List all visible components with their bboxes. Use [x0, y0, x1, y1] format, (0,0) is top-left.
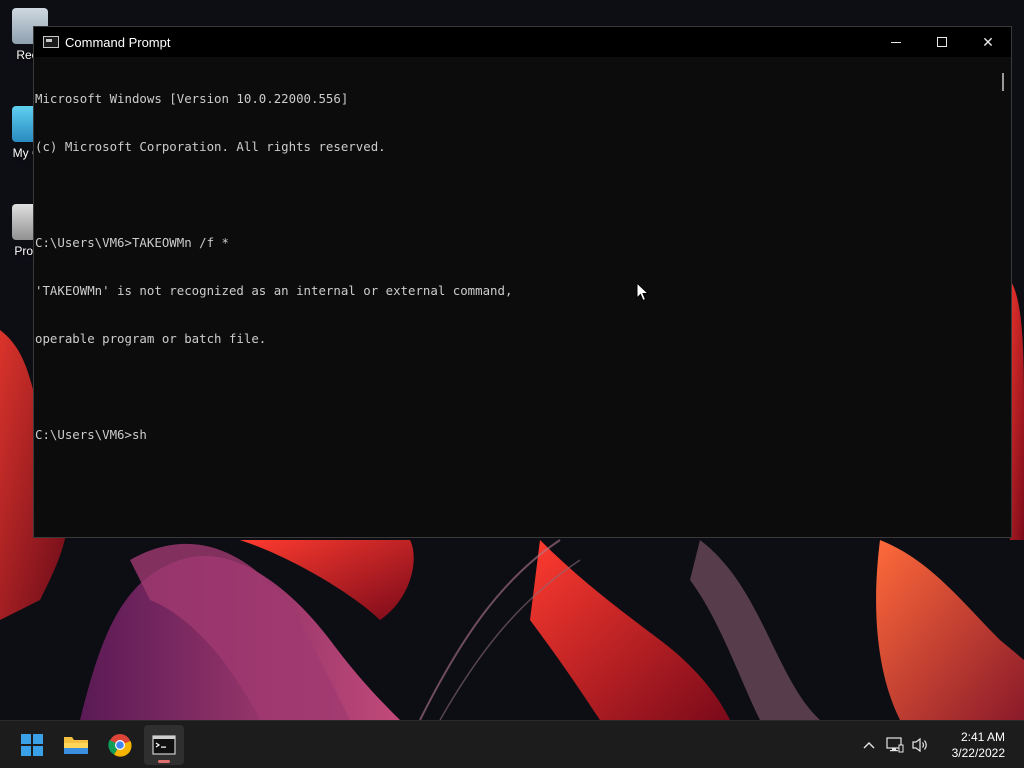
taskbar-chrome[interactable] [100, 725, 140, 765]
scrollbar-thumb[interactable] [1002, 73, 1004, 91]
terminal-icon [43, 36, 59, 48]
console-line: 'TAKEOWMn' is not recognized as an inter… [35, 283, 513, 298]
network-icon [886, 737, 904, 753]
close-button[interactable]: ✕ [965, 27, 1011, 57]
taskbar: 2:41 AM 3/22/2022 [0, 720, 1024, 768]
console-line: C:\Users\VM6>TAKEOWMn /f * [35, 235, 229, 250]
chrome-icon [108, 734, 132, 757]
folder-icon [64, 737, 88, 754]
taskbar-clock[interactable]: 2:41 AM 3/22/2022 [934, 729, 1024, 761]
system-tray: 2:41 AM 3/22/2022 [856, 721, 1024, 768]
taskbar-file-explorer[interactable] [56, 725, 96, 765]
minimize-icon [891, 41, 901, 43]
window-titlebar[interactable]: Command Prompt ✕ [34, 27, 1011, 57]
maximize-icon [937, 37, 947, 47]
console-line: Microsoft Windows [Version 10.0.22000.55… [35, 91, 349, 106]
speaker-icon [912, 737, 927, 753]
show-hidden-icons-button[interactable] [856, 732, 882, 758]
vertical-scrollbar[interactable] [997, 57, 1011, 537]
command-prompt-window[interactable]: Command Prompt ✕ Microsoft Windows [Vers… [33, 26, 1012, 538]
console-input-line[interactable]: C:\Users\VM6>sh [35, 427, 997, 443]
clock-date: 3/22/2022 [951, 746, 1005, 760]
minimize-button[interactable] [873, 27, 919, 57]
window-title: Command Prompt [65, 34, 171, 50]
console-line: (c) Microsoft Corporation. All rights re… [35, 139, 386, 154]
network-button[interactable] [882, 732, 908, 758]
console-line: operable program or batch file. [35, 331, 267, 346]
close-icon: ✕ [982, 33, 994, 50]
clock-time: 2:41 AM [960, 730, 1005, 744]
taskbar-command-prompt[interactable] [144, 725, 184, 765]
maximize-button[interactable] [919, 27, 965, 57]
volume-button[interactable] [908, 732, 934, 758]
mouse-pointer-icon [636, 282, 650, 302]
chevron-up-icon [863, 742, 875, 749]
start-button[interactable] [12, 725, 52, 765]
active-indicator [158, 760, 170, 763]
console-output[interactable]: Microsoft Windows [Version 10.0.22000.55… [34, 57, 997, 537]
terminal-icon [152, 735, 176, 755]
windows-start-icon [21, 734, 43, 756]
